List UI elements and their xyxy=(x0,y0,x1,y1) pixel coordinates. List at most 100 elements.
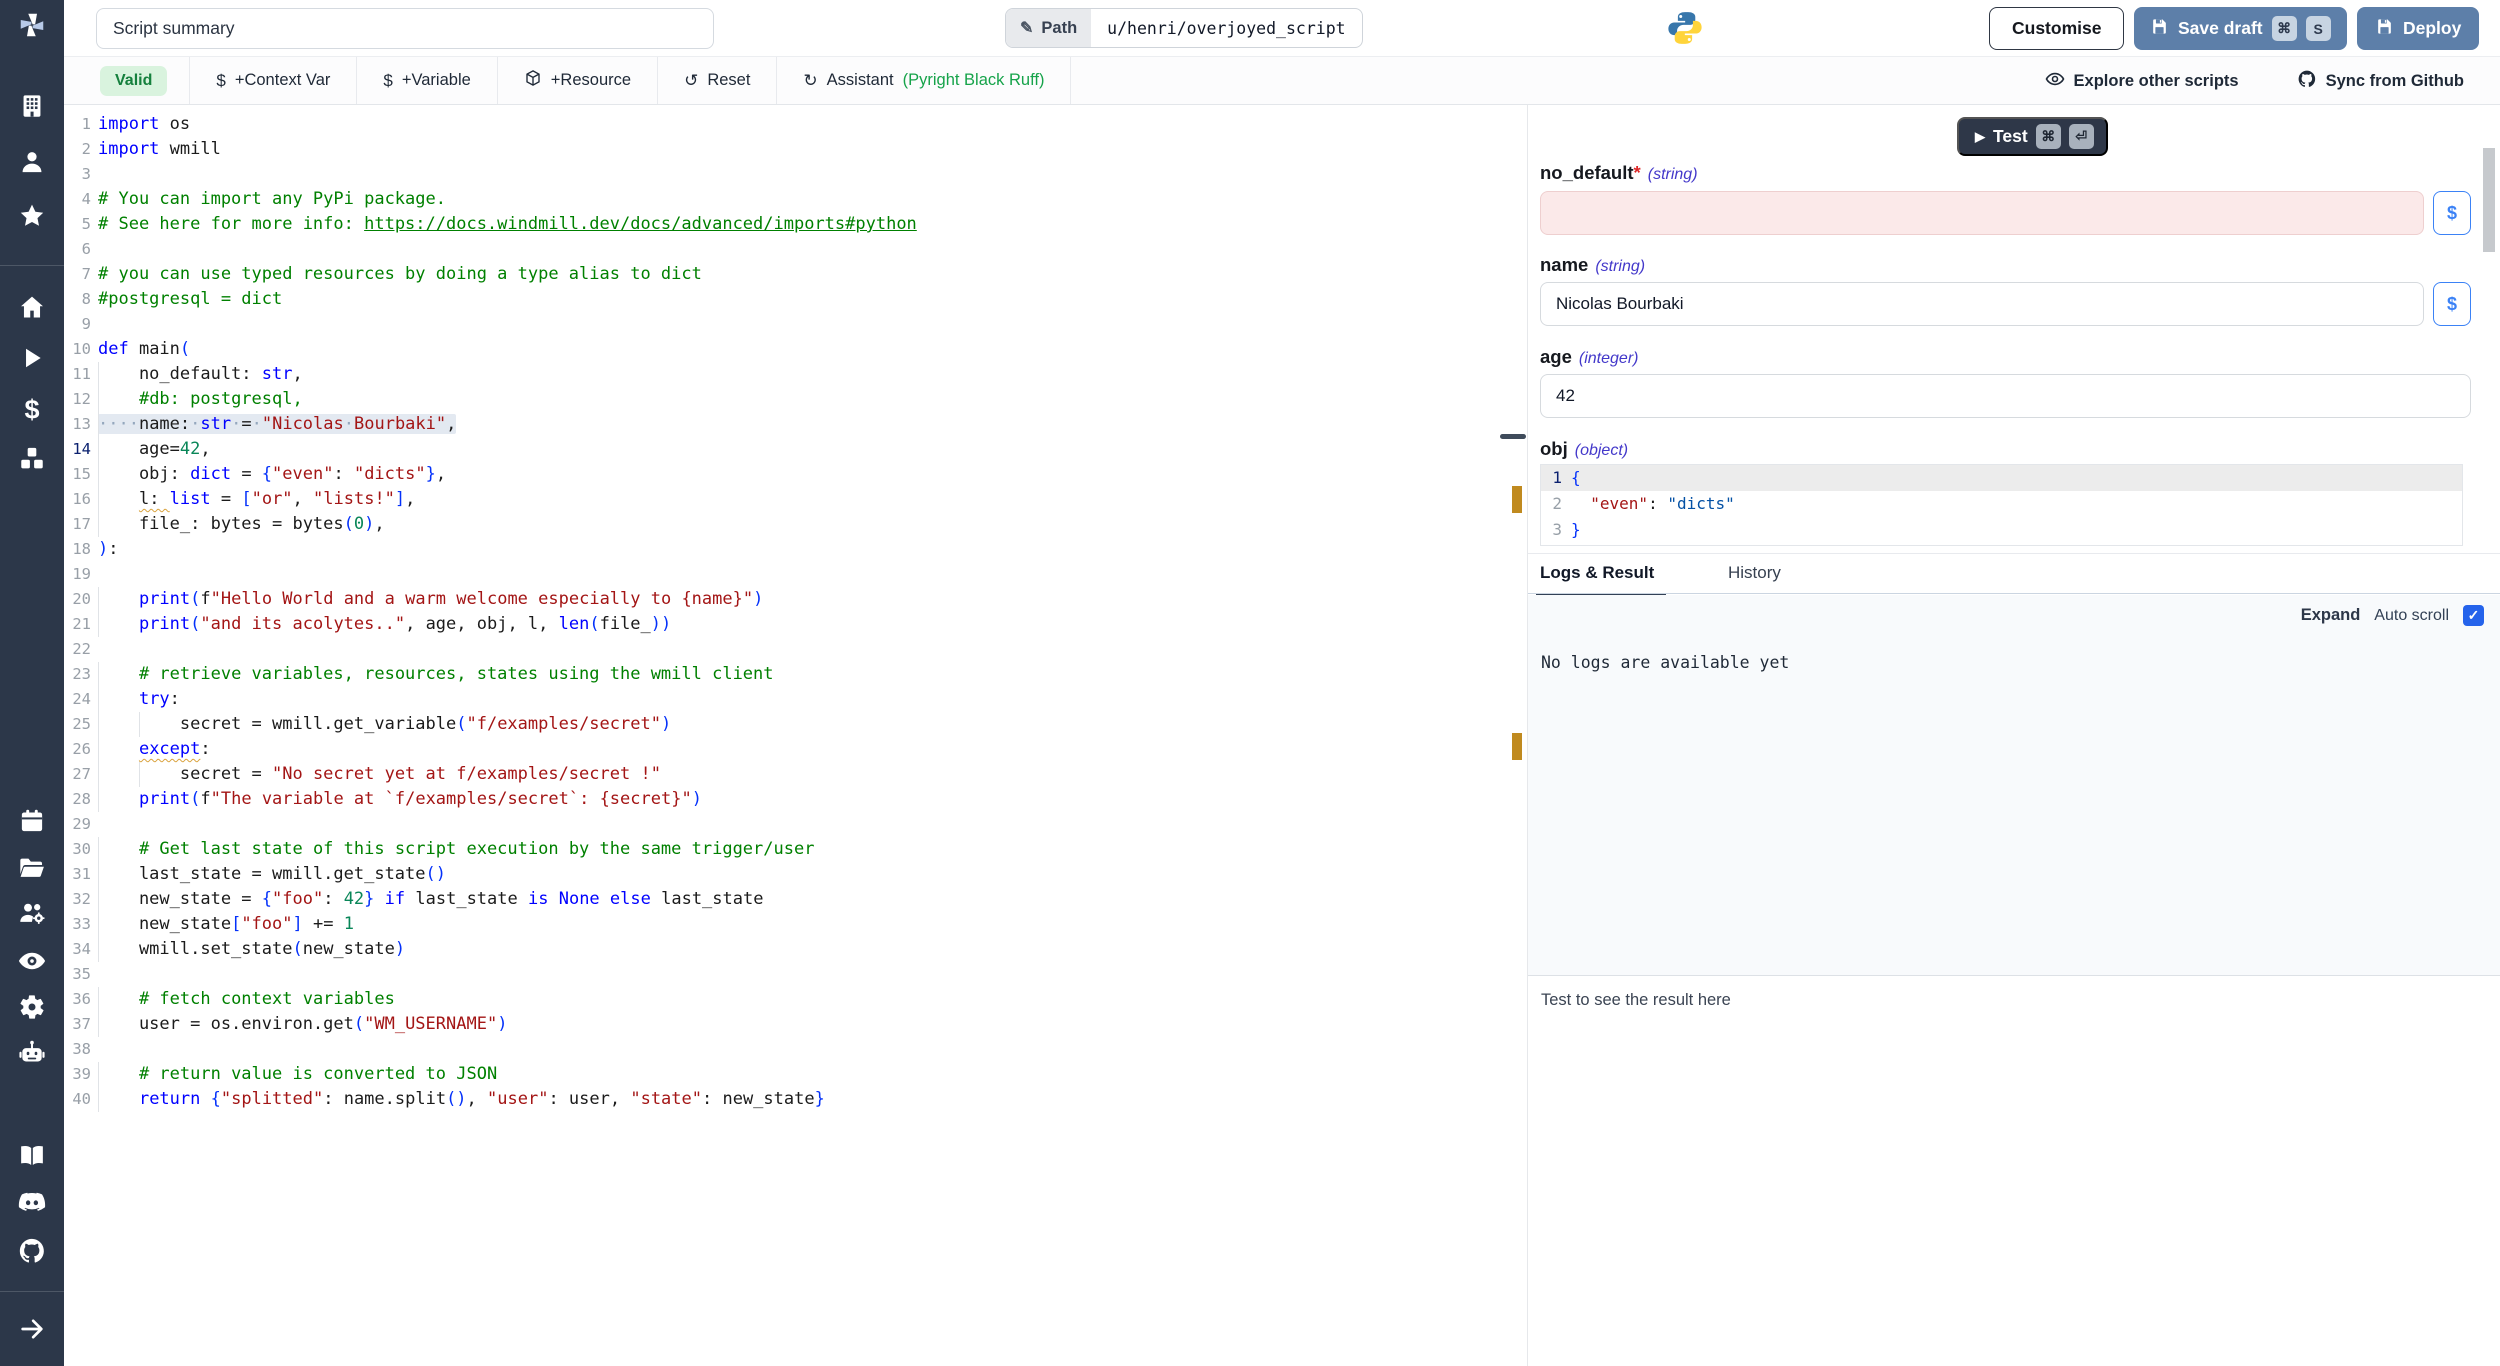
resources-cubes-icon[interactable] xyxy=(18,445,46,477)
code-line: 3 xyxy=(64,162,1505,187)
code-line: 15 obj: dict = {"even": "dicts"}, xyxy=(64,462,1505,487)
variables-dollar-icon[interactable]: $ xyxy=(24,397,39,424)
code-line: 23 # retrieve variables, resources, stat… xyxy=(64,662,1505,687)
name-variable-picker-button[interactable]: $ xyxy=(2433,282,2471,326)
test-button[interactable]: ▶ Test ⌘ ⏎ xyxy=(1957,117,2108,156)
name-label: name xyxy=(1540,254,1588,275)
check-icon: ✓ xyxy=(2468,607,2480,624)
docs-book-icon[interactable] xyxy=(18,1141,46,1173)
workspace-building-icon[interactable] xyxy=(19,93,46,124)
code-line: 19 xyxy=(64,562,1505,587)
preview-panel: ▶ Test ⌘ ⏎ no_default*(string) $ name(st… xyxy=(1527,105,2500,1366)
code-line: 39 # return value is converted to JSON xyxy=(64,1062,1505,1087)
add-variable-button[interactable]: $ +Variable xyxy=(357,57,496,104)
settings-gear-icon[interactable] xyxy=(18,993,46,1025)
validity-wrap: Valid xyxy=(64,57,189,104)
assistant-lsp-label: (Pyright Black Ruff) xyxy=(903,71,1045,90)
age-type: (integer) xyxy=(1579,350,1639,367)
add-resource-label: +Resource xyxy=(551,71,631,90)
customise-label: Customise xyxy=(2012,18,2101,39)
save-draft-button[interactable]: Save draft ⌘ S xyxy=(2134,7,2347,50)
no-default-input[interactable] xyxy=(1540,191,2424,235)
obj-type: (object) xyxy=(1575,442,1628,459)
reset-button[interactable]: ↺ Reset xyxy=(658,57,776,104)
python-logo-icon xyxy=(1666,9,1704,52)
log-area: Expand Auto scroll ✓ No logs are availab… xyxy=(1528,595,2500,975)
form-scrollbar-thumb[interactable] xyxy=(2483,148,2495,252)
required-asterisk: * xyxy=(1634,162,1641,183)
cmd-key: ⌘ xyxy=(2036,124,2061,149)
code-editor[interactable]: 1import os2import wmill34# You can impor… xyxy=(64,105,1505,1366)
customise-button[interactable]: Customise xyxy=(1989,7,2124,50)
save-draft-label: Save draft xyxy=(2178,18,2263,39)
sync-from-github-button[interactable]: Sync from Github xyxy=(2297,69,2464,94)
deploy-button[interactable]: Deploy xyxy=(2357,7,2479,50)
sidebar-divider xyxy=(0,1291,64,1292)
path-button[interactable]: ✎ Path u/henri/overjoyed_script xyxy=(1005,8,1363,48)
autoscroll-checkbox[interactable]: ✓ xyxy=(2463,605,2484,626)
eye-icon xyxy=(2045,69,2065,94)
play-icon: ▶ xyxy=(1975,129,1985,145)
explore-other-scripts-button[interactable]: Explore other scripts xyxy=(2045,69,2239,94)
obj-json-editor[interactable]: 1{2 "even": "dicts"3} xyxy=(1540,464,2463,546)
script-summary-input[interactable] xyxy=(96,8,714,49)
age-input[interactable] xyxy=(1540,374,2471,418)
expand-button[interactable]: Expand xyxy=(2301,606,2361,625)
path-value: u/henri/overjoyed_script xyxy=(1091,9,1361,47)
no-default-type: (string) xyxy=(1648,166,1698,183)
tab-history[interactable]: History xyxy=(1728,554,1781,595)
valid-badge: Valid xyxy=(100,66,167,96)
github-icon[interactable] xyxy=(18,1237,47,1270)
result-divider xyxy=(1528,975,2500,976)
code-line: 29 xyxy=(64,812,1505,837)
name-input[interactable] xyxy=(1540,282,2424,326)
code-line: 22 xyxy=(64,637,1505,662)
editor-toolbar: Valid $ +Context Var $ +Variable +Resour… xyxy=(64,57,2500,105)
path-label: Path xyxy=(1041,19,1077,38)
code-line: 6 xyxy=(64,237,1505,262)
top-bar: ✎ Path u/henri/overjoyed_script Customis… xyxy=(64,0,2500,57)
ai-robot-icon[interactable] xyxy=(18,1039,47,1072)
code-line: 35 xyxy=(64,962,1505,987)
code-line: 7# you can use typed resources by doing … xyxy=(64,262,1505,287)
reset-label: Reset xyxy=(707,71,750,90)
cmd-key: ⌘ xyxy=(2272,16,2297,41)
obj-json-lines: 1{2 "even": "dicts"3} xyxy=(1541,465,2462,543)
enter-key: ⏎ xyxy=(2069,124,2094,149)
schedules-calendar-icon[interactable] xyxy=(19,808,46,839)
user-icon[interactable] xyxy=(19,149,46,180)
add-resource-button[interactable]: +Resource xyxy=(498,57,657,104)
audit-eye-icon[interactable] xyxy=(18,947,47,980)
add-variable-label: +Variable xyxy=(402,71,471,90)
dollar-icon: $ xyxy=(216,71,225,91)
discord-icon[interactable] xyxy=(18,1189,47,1222)
json-line: 2 "even": "dicts" xyxy=(1541,491,2462,517)
home-icon[interactable] xyxy=(18,293,46,325)
test-label: Test xyxy=(1993,126,2028,147)
dollar-icon: $ xyxy=(383,71,392,91)
code-line: 38 xyxy=(64,1037,1505,1062)
json-line: 3} xyxy=(1541,517,2462,543)
folders-icon[interactable] xyxy=(18,854,46,886)
warning-marker xyxy=(1512,733,1522,760)
panel-splitter-handle[interactable] xyxy=(1500,434,1526,439)
groups-users-gear-icon[interactable] xyxy=(18,899,47,932)
assistant-label: Assistant xyxy=(827,71,894,90)
favorites-star-icon[interactable] xyxy=(18,202,46,234)
add-context-var-label: +Context Var xyxy=(235,71,331,90)
code-line: 8#postgresql = dict xyxy=(64,287,1505,312)
code-line: 13····name:·str·=·"Nicolas·Bourbaki", xyxy=(64,412,1505,437)
assistant-button[interactable]: ↻ Assistant (Pyright Black Ruff) xyxy=(777,57,1070,104)
code-line: 30 # Get last state of this script execu… xyxy=(64,837,1505,862)
windmill-logo-icon[interactable] xyxy=(17,10,47,44)
sync-label: Sync from Github xyxy=(2326,72,2464,91)
collapse-arrow-icon[interactable] xyxy=(18,1315,46,1347)
code-line: 17 file_: bytes = bytes(0), xyxy=(64,512,1505,537)
code-line: 14 age=42, xyxy=(64,437,1505,462)
add-context-var-button[interactable]: $ +Context Var xyxy=(190,57,356,104)
no-default-variable-picker-button[interactable]: $ xyxy=(2433,191,2471,235)
tab-logs-and-result[interactable]: Logs & Result xyxy=(1540,554,1654,595)
code-line: 20 print(f"Hello World and a warm welcom… xyxy=(64,587,1505,612)
runs-play-icon[interactable] xyxy=(19,345,45,375)
code-line: 2import wmill xyxy=(64,137,1505,162)
